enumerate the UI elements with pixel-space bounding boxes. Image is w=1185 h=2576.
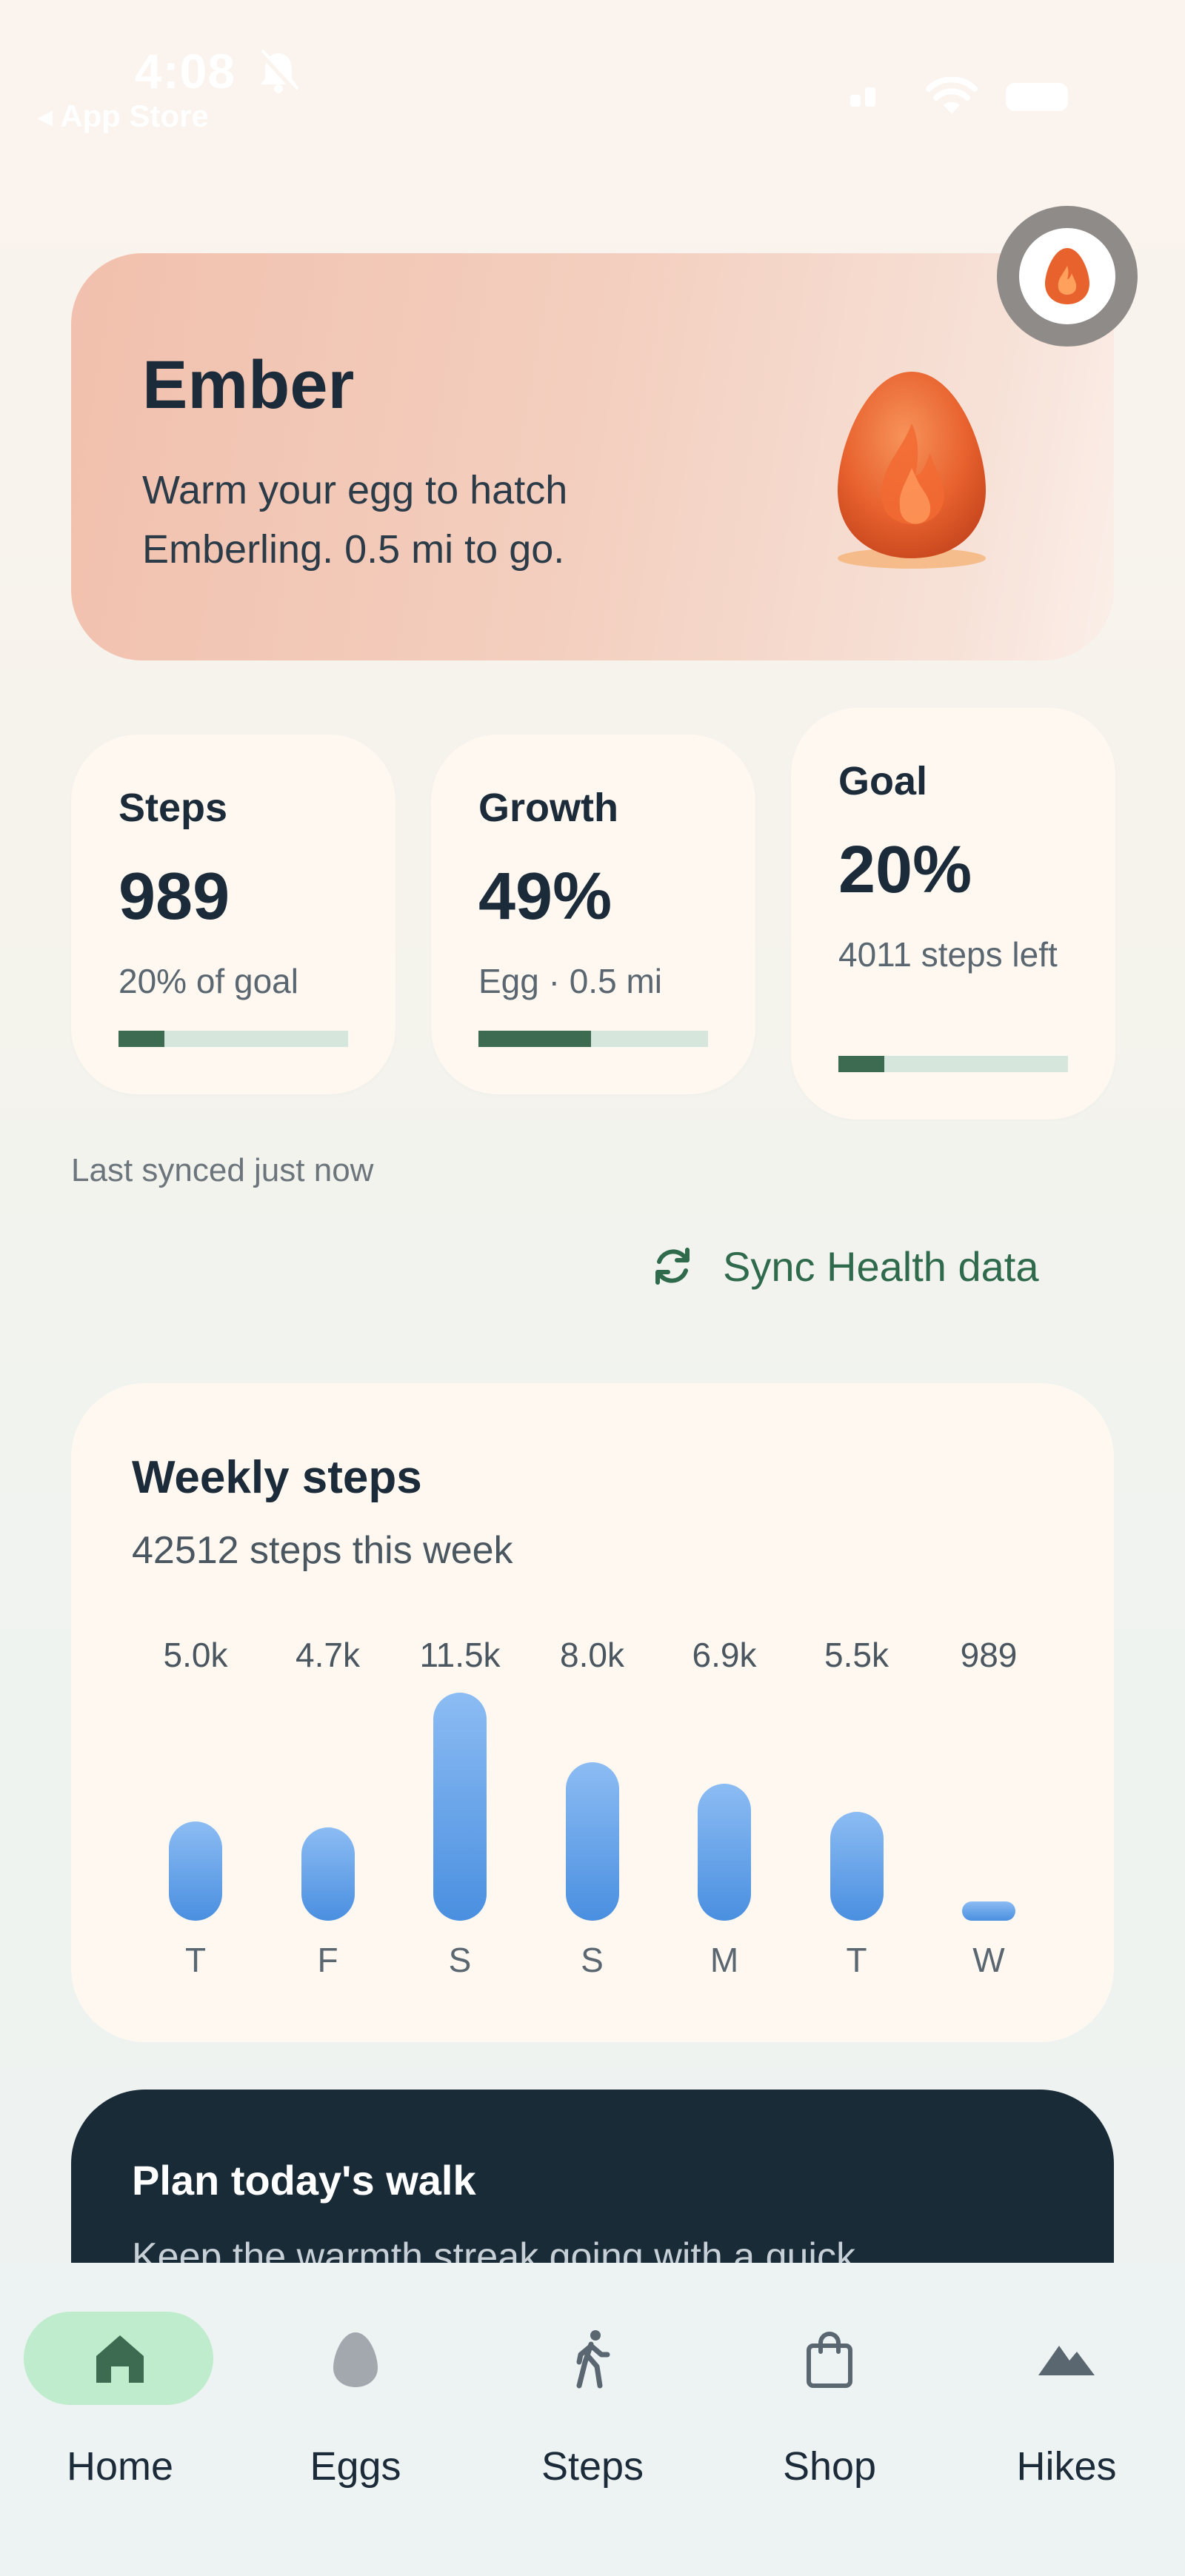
profile-avatar[interactable] — [997, 206, 1138, 347]
egg-hero-card[interactable]: Ember Warm your egg to hatch Emberling. … — [71, 253, 1114, 660]
day-label: S — [448, 1941, 472, 1979]
tab-home[interactable]: Home — [24, 2286, 216, 2489]
bar-value-label: 8.0k — [560, 1636, 624, 1674]
stat-note: 4011 steps left — [838, 935, 1058, 974]
egg-icon — [333, 2332, 378, 2387]
stat-label: Growth — [478, 786, 618, 830]
stat-progress-bar — [118, 1031, 348, 1047]
mountain-icon — [1038, 2346, 1095, 2375]
cellular-signal-icon — [850, 87, 880, 107]
bottom-tab-bar: Home Eggs Steps Shop Hikes — [0, 2263, 1185, 2576]
home-icon — [96, 2335, 144, 2383]
fire-egg-icon — [838, 372, 986, 569]
steps-bar — [565, 1762, 619, 1921]
steps-bar — [169, 1821, 222, 1921]
stat-progress-bar — [478, 1031, 708, 1047]
steps-stat-card[interactable]: Steps 989 20% of goal — [71, 735, 395, 1094]
steps-bar — [830, 1811, 884, 1921]
tab-label: Home — [66, 2444, 174, 2489]
steps-bar — [698, 1784, 751, 1921]
plan-walk-title: Plan today's walk — [132, 2157, 476, 2204]
tab-label: Eggs — [310, 2444, 401, 2489]
tab-label: Steps — [541, 2444, 644, 2489]
stat-value: 989 — [118, 860, 230, 934]
battery-icon — [1006, 83, 1068, 111]
bell-muted-icon — [258, 49, 299, 94]
stat-progress-bar — [838, 1056, 1068, 1072]
sync-icon — [655, 1248, 690, 1285]
wifi-icon — [926, 77, 978, 114]
tab-shop[interactable]: Shop — [733, 2286, 926, 2489]
fire-egg-avatar-icon — [1045, 248, 1089, 304]
goal-stat-card[interactable]: Goal 20% 4011 steps left — [791, 708, 1115, 1120]
bar-value-label: 6.9k — [692, 1636, 757, 1674]
bar-value-label: 11.5k — [419, 1636, 501, 1674]
stat-note: 20% of goal — [118, 962, 298, 1000]
tab-eggs[interactable]: Eggs — [259, 2286, 452, 2489]
egg-hatch-description: Warm your egg to hatch Emberling. 0.5 mi… — [142, 468, 568, 572]
day-label: M — [710, 1941, 739, 1979]
back-to-app-store[interactable]: ◂ App Store — [37, 98, 209, 134]
tab-label: Shop — [782, 2444, 877, 2489]
weekly-steps-title: Weekly steps — [132, 1452, 422, 1503]
stat-value: 49% — [478, 860, 612, 934]
shopping-bag-icon — [807, 2332, 852, 2388]
status-bar: 4:08 ◂ App Store — [0, 0, 1185, 148]
tab-steps[interactable]: Steps — [496, 2286, 689, 2489]
last-synced-text: Last synced just now — [71, 1152, 374, 1188]
stat-value: 20% — [838, 833, 972, 907]
steps-bar — [433, 1693, 487, 1921]
bar-value-label: 4.7k — [296, 1636, 360, 1674]
status-time: 4:08 — [135, 44, 236, 98]
steps-bar — [301, 1827, 355, 1921]
stat-label: Steps — [118, 786, 228, 830]
tab-label: Hikes — [1016, 2444, 1117, 2489]
growth-stat-card[interactable]: Growth 49% Egg · 0.5 mi — [431, 735, 755, 1094]
egg-name: Ember — [142, 347, 355, 423]
day-label: W — [972, 1941, 1005, 1979]
day-label: T — [846, 1941, 867, 1979]
sync-health-label: Sync Health data — [723, 1242, 1039, 1290]
tab-hikes[interactable]: Hikes — [970, 2286, 1163, 2489]
stat-note: Egg · 0.5 mi — [478, 962, 662, 1000]
bar-value-label: 5.0k — [163, 1636, 228, 1674]
weekly-steps-card: Weekly steps 42512 steps this week 5.0k T… — [71, 1383, 1114, 2042]
stat-label: Goal — [838, 759, 928, 803]
day-label: T — [184, 1941, 207, 1979]
day-label: F — [317, 1941, 338, 1979]
bar-value-label: 5.5k — [824, 1636, 889, 1674]
day-label: S — [581, 1941, 604, 1979]
steps-bar — [962, 1901, 1015, 1921]
weekly-steps-total: 42512 steps this week — [132, 1529, 513, 1572]
walking-icon — [576, 2330, 610, 2389]
bar-value-label: 989 — [960, 1636, 1018, 1674]
sync-health-button[interactable]: Sync Health data — [649, 1237, 1038, 1296]
